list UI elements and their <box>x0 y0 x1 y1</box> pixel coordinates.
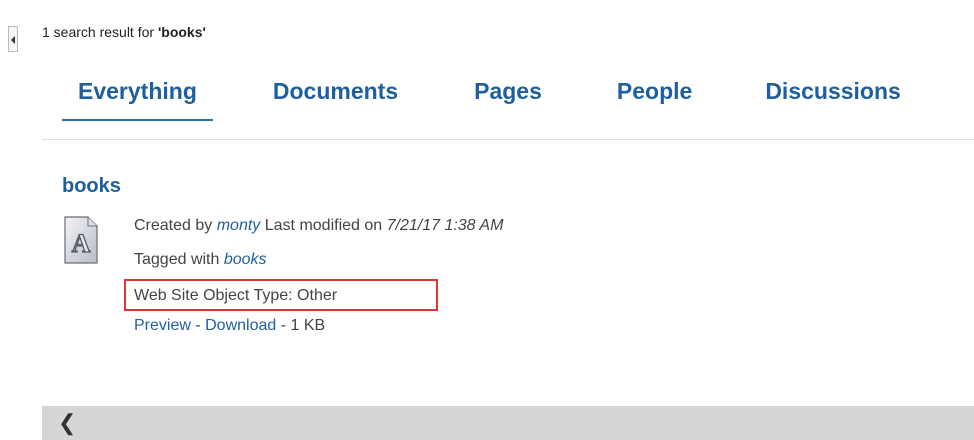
search-term: 'books' <box>157 24 206 40</box>
tab-discussions[interactable]: Discussions <box>765 74 901 118</box>
svg-text:A: A <box>72 229 91 258</box>
separator: - <box>190 317 206 334</box>
result-actions: Preview - Download - 1 KB <box>134 317 325 335</box>
document-a-icon[interactable]: A <box>64 216 98 264</box>
tag-link[interactable]: books <box>224 251 267 268</box>
result-created-line: Created by monty Last modified on 7/21/1… <box>134 217 503 235</box>
triangle-left-icon <box>11 36 15 44</box>
modified-date: 7/21/17 1:38 AM <box>386 217 504 234</box>
search-tabs: Everything Documents Pages People Discus… <box>62 74 901 122</box>
author-link[interactable]: monty <box>217 217 261 234</box>
result-tags-line: Tagged with books <box>134 251 267 269</box>
search-result-count: 1 search result for 'books' <box>42 24 206 40</box>
object-type-text: Web Site Object Type: Other <box>134 287 338 304</box>
modified-label: Last modified on <box>264 217 383 234</box>
tab-documents[interactable]: Documents <box>273 74 398 118</box>
result-title-link[interactable]: books <box>62 175 121 198</box>
horizontal-scrollbar[interactable] <box>42 406 974 440</box>
collapse-panel-button[interactable] <box>8 26 18 52</box>
tagged-with-label: Tagged with <box>134 251 220 268</box>
download-link[interactable]: Download <box>205 317 276 334</box>
tab-everything[interactable]: Everything <box>62 74 213 121</box>
tab-pages[interactable]: Pages <box>474 74 542 118</box>
tabs-divider <box>42 139 974 140</box>
search-results-page: 1 search result for 'books' Everything D… <box>0 0 974 440</box>
preview-link[interactable]: Preview <box>134 317 191 334</box>
result-count-text: 1 search result for <box>42 24 158 40</box>
scroll-left-arrow-icon[interactable]: ❮ <box>58 408 76 438</box>
file-size: 1 KB <box>290 317 326 334</box>
tab-people[interactable]: People <box>617 74 692 118</box>
created-by-label: Created by <box>134 217 213 234</box>
separator: - <box>276 317 291 334</box>
